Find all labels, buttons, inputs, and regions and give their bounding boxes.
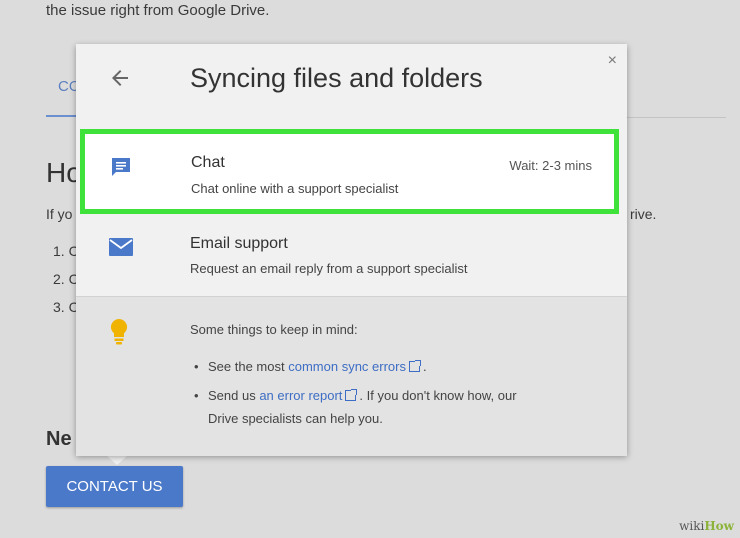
watermark-suffix: How xyxy=(704,519,734,533)
support-dialog: Syncing files and folders × Chat Chat on… xyxy=(76,44,627,456)
dialog-title: Syncing files and folders xyxy=(190,63,483,93)
list-item: 3. C xyxy=(53,299,79,315)
tip-item: • Send us an error report. If you don't k… xyxy=(194,388,517,426)
common-sync-errors-link[interactable]: common sync errors xyxy=(288,359,406,374)
section-heading: Ne xyxy=(46,428,72,450)
dialog-pointer xyxy=(106,455,128,465)
back-arrow-icon[interactable] xyxy=(108,66,132,90)
tip-text-suffix: . If you don't know how, our xyxy=(359,388,517,403)
tips-panel: Some things to keep in mind: • See the mo… xyxy=(76,296,627,456)
divider xyxy=(626,117,726,118)
chat-icon xyxy=(109,155,133,184)
lightbulb-icon xyxy=(109,318,129,351)
watermark-prefix: wiki xyxy=(679,519,705,533)
tip-text: See the most xyxy=(208,359,285,374)
chat-option-description: Chat online with a support specialist xyxy=(191,181,399,196)
chat-option[interactable]: Chat Chat online with a support speciali… xyxy=(80,129,619,214)
error-report-link[interactable]: an error report xyxy=(259,388,342,403)
list-item: 2. C xyxy=(53,271,79,287)
watermark: wikiHow xyxy=(679,519,734,533)
intro-text: the issue right from Google Drive. xyxy=(46,2,270,19)
close-icon[interactable]: × xyxy=(608,52,617,70)
email-option-description: Request an email reply from a support sp… xyxy=(190,261,468,276)
tab-underline xyxy=(46,115,78,117)
email-option-title: Email support xyxy=(190,235,288,252)
list-item: 1. C xyxy=(53,243,79,259)
external-link-icon xyxy=(345,389,358,401)
external-link-icon xyxy=(408,360,421,372)
email-icon xyxy=(109,238,133,263)
tip-item: • See the most common sync errors. xyxy=(194,359,427,374)
tips-heading: Some things to keep in mind: xyxy=(190,322,358,337)
page-paragraph-tail: rive. xyxy=(630,206,657,222)
tip-text-line2: Drive specialists can help you. xyxy=(208,411,383,426)
tip-text: Send us xyxy=(208,388,256,403)
tip-text-suffix: . xyxy=(422,359,427,374)
email-option[interactable]: Email support Request an email reply fro… xyxy=(76,220,627,296)
chat-option-title: Chat xyxy=(191,154,225,171)
contact-us-button[interactable]: CONTACT US xyxy=(46,466,183,507)
page-paragraph: If yo xyxy=(46,206,73,222)
chat-wait-time: Wait: 2-3 mins xyxy=(509,158,592,173)
